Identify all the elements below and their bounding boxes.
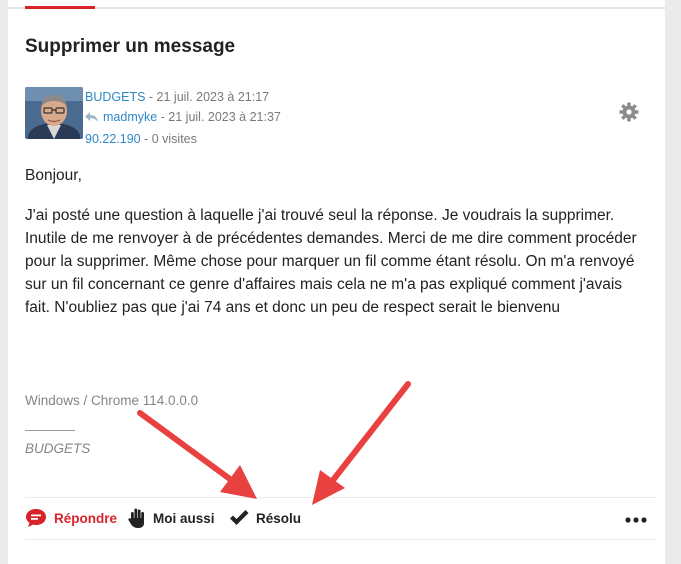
more-dots-icon[interactable] bbox=[624, 512, 648, 523]
last-reply-date: - 21 juil. 2023 à 21:37 bbox=[157, 110, 281, 124]
reply-button[interactable]: Répondre bbox=[25, 506, 117, 530]
last-reply-user[interactable]: madmyke bbox=[103, 110, 157, 124]
avatar[interactable] bbox=[25, 87, 83, 139]
post-message: J'ai posté une question à laquelle j'ai … bbox=[25, 207, 637, 316]
post-greeting: Bonjour, bbox=[25, 167, 82, 184]
ip-line: 90.22.190 - 0 visites bbox=[85, 129, 281, 149]
ip-link[interactable]: 90.22.190 bbox=[85, 132, 141, 146]
actions-top-divider bbox=[25, 497, 657, 498]
author-link[interactable]: BUDGETS bbox=[85, 90, 145, 104]
resolved-button[interactable]: Résolu bbox=[229, 506, 301, 530]
me-too-button[interactable]: Moi aussi bbox=[128, 506, 215, 530]
post-meta: BUDGETS - 21 juil. 2023 à 21:17 madmyke … bbox=[85, 87, 281, 149]
resolved-label: Résolu bbox=[256, 510, 302, 526]
me-too-label: Moi aussi bbox=[153, 510, 215, 526]
gear-icon[interactable] bbox=[619, 102, 639, 122]
post-date: - 21 juil. 2023 à 21:17 bbox=[145, 90, 270, 104]
card-top-border bbox=[8, 7, 665, 9]
checkmark-icon bbox=[230, 510, 249, 525]
post-body: Bonjour, J'ai posté une question à laque… bbox=[25, 164, 640, 336]
signature-divider bbox=[25, 430, 75, 431]
user-agent: Windows / Chrome 114.0.0.0 bbox=[25, 393, 199, 408]
post-actions: Répondre Moi aussi Résolu bbox=[25, 506, 657, 530]
reply-label: Répondre bbox=[54, 510, 118, 526]
speech-bubble-icon bbox=[26, 509, 46, 527]
post-card: Supprimer un message BUDGETS - 21 juil. … bbox=[8, 0, 665, 564]
last-reply-line: madmyke - 21 juil. 2023 à 21:37 bbox=[85, 107, 281, 129]
post-title: Supprimer un message bbox=[25, 36, 236, 57]
author-line: BUDGETS - 21 juil. 2023 à 21:17 bbox=[85, 87, 281, 107]
visit-count: - 0 visites bbox=[140, 132, 197, 146]
active-tab-indicator bbox=[25, 6, 95, 9]
hand-icon bbox=[128, 508, 144, 528]
signature: BUDGETS bbox=[25, 441, 91, 456]
actions-bottom-divider bbox=[25, 539, 657, 540]
reply-arrow-icon bbox=[85, 109, 99, 129]
